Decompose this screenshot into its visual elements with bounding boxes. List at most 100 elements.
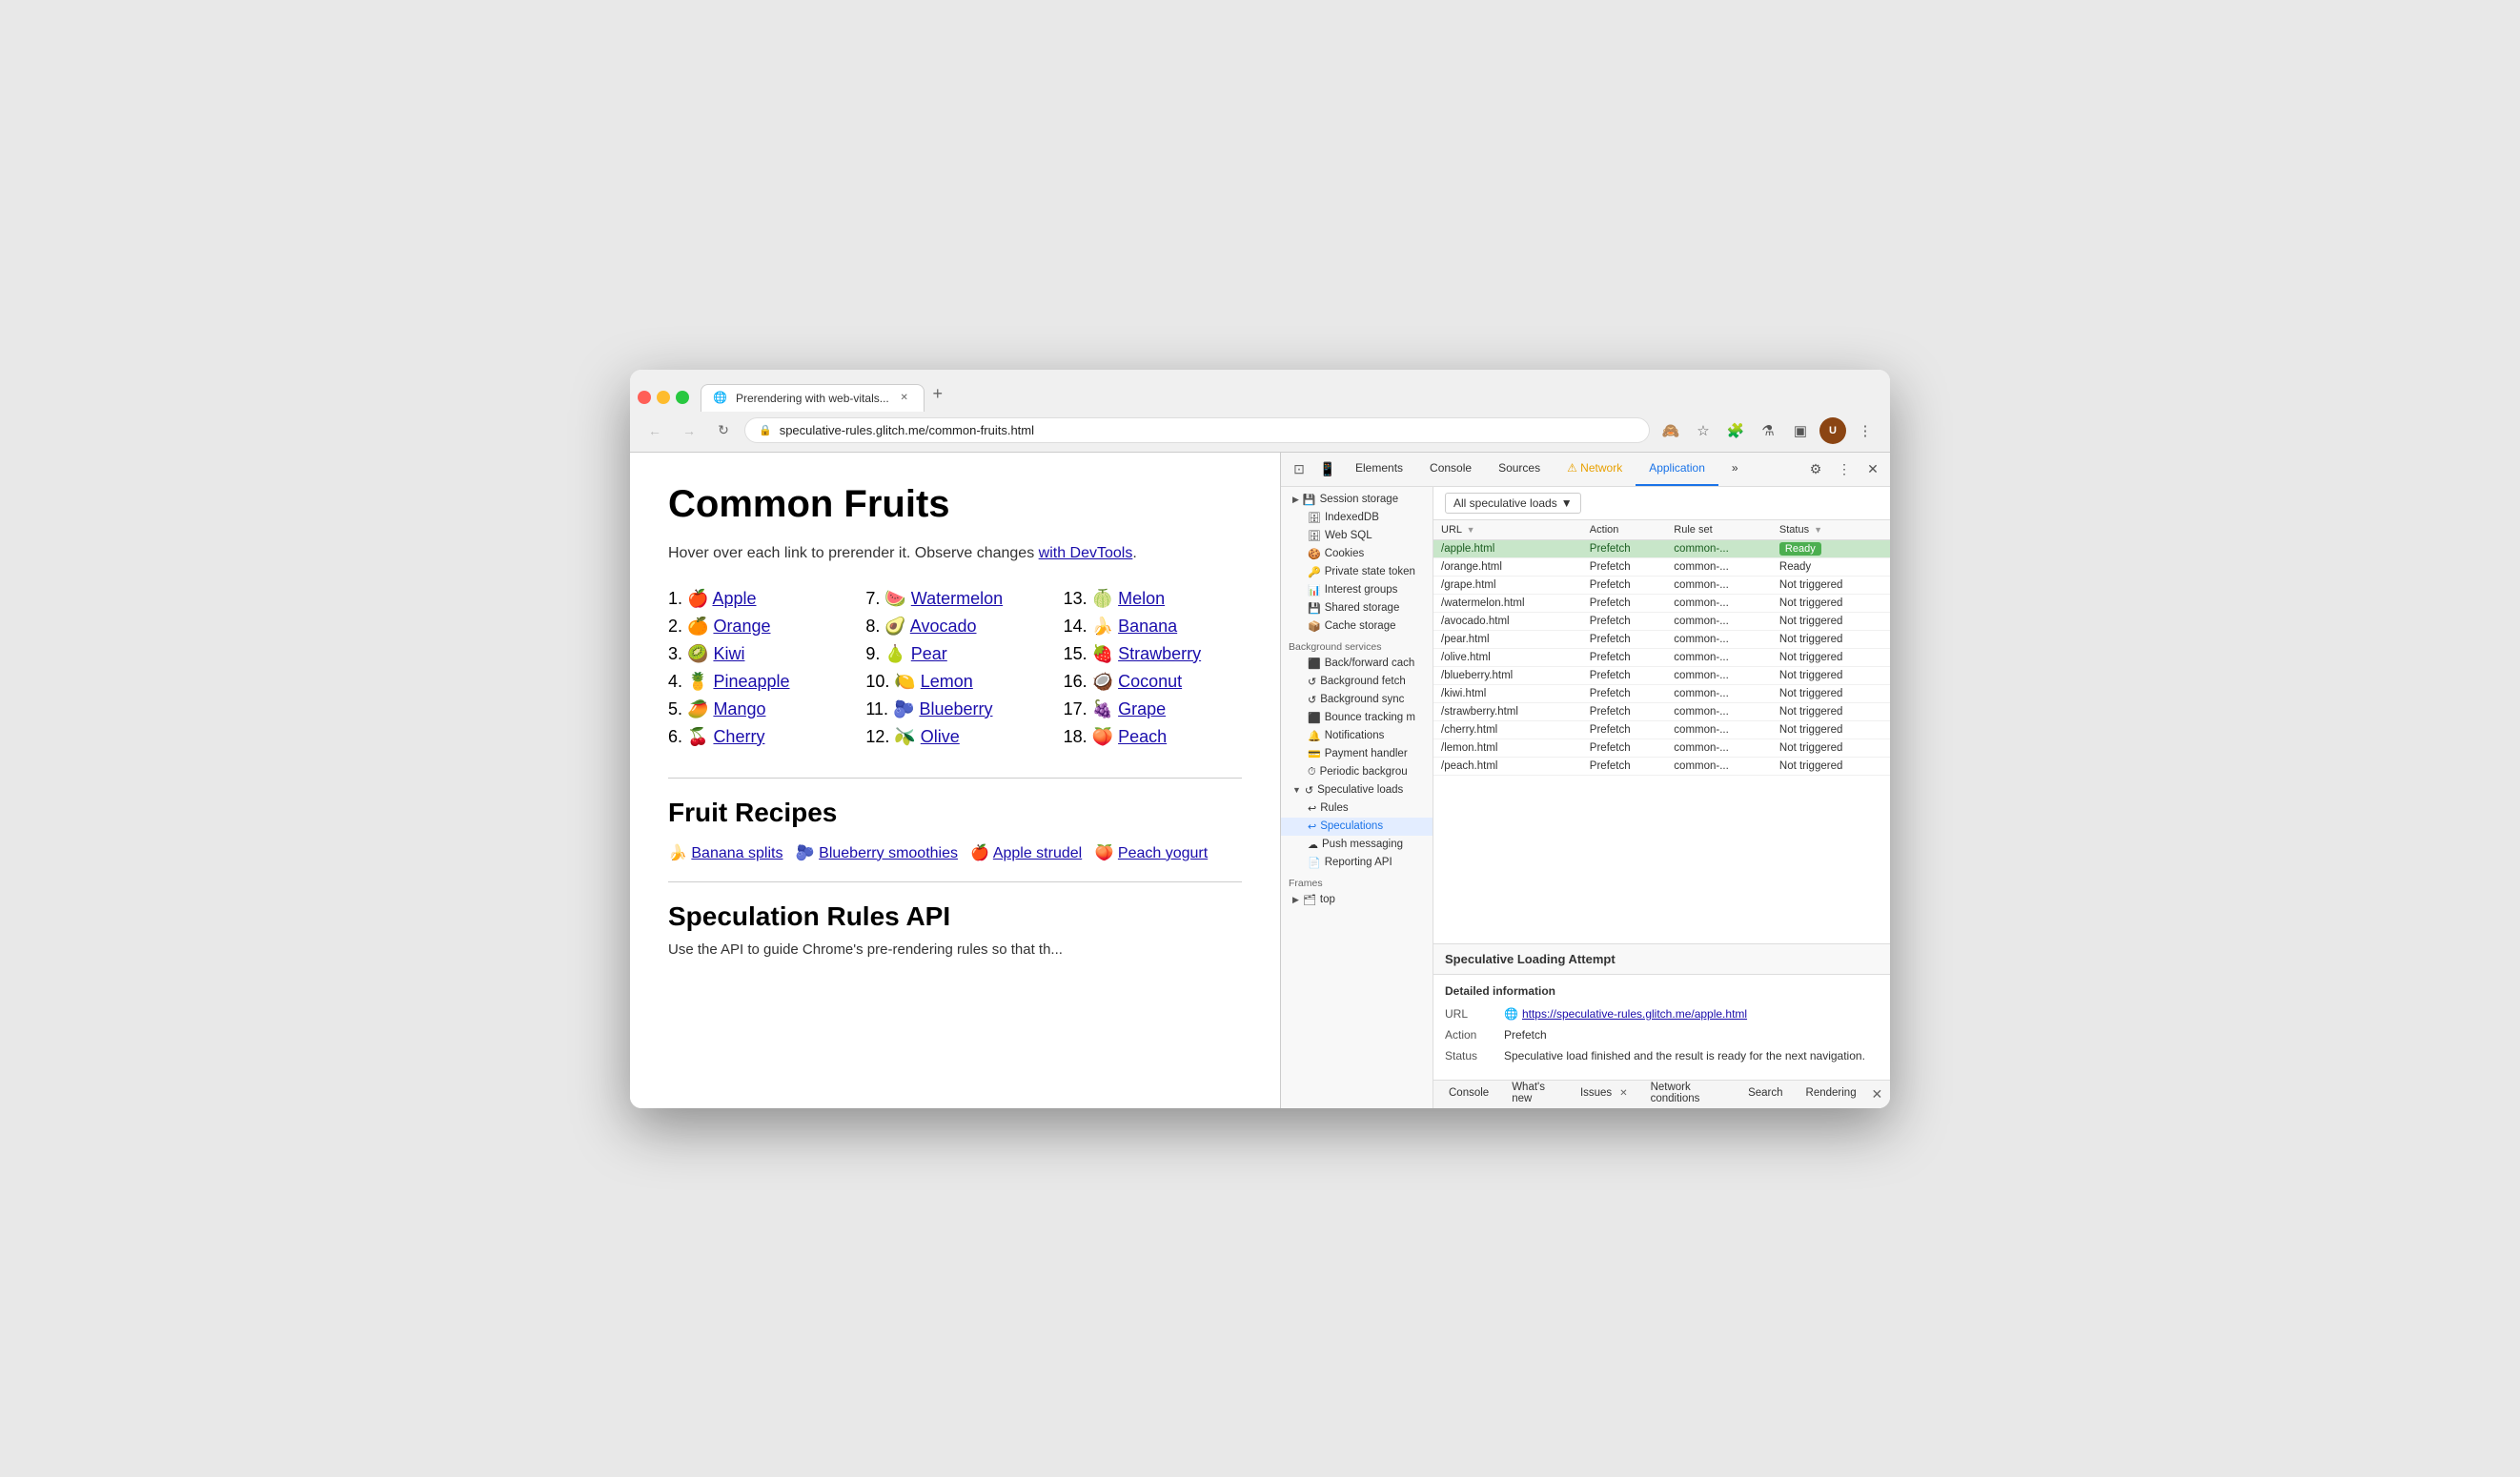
- bottom-tab-console[interactable]: Console: [1437, 1083, 1500, 1104]
- fruit-link-blueberry[interactable]: Blueberry: [919, 699, 992, 718]
- sidebar-item-indexeddb[interactable]: 🗄 IndexedDB: [1281, 509, 1433, 527]
- tab-application[interactable]: Application: [1636, 453, 1718, 486]
- address-bar[interactable]: 🔒 speculative-rules.glitch.me/common-fru…: [744, 417, 1650, 443]
- table-row[interactable]: /grape.htmlPrefetchcommon-...Not trigger…: [1433, 576, 1890, 594]
- reload-button[interactable]: ↻: [710, 417, 737, 444]
- table-row[interactable]: /olive.htmlPrefetchcommon-...Not trigger…: [1433, 648, 1890, 666]
- fruit-link-kiwi[interactable]: Kiwi: [713, 644, 744, 663]
- table-row[interactable]: /lemon.htmlPrefetchcommon-...Not trigger…: [1433, 738, 1890, 757]
- fruit-link-coconut[interactable]: Coconut: [1118, 672, 1182, 691]
- sidebar-item-cache-storage[interactable]: 📦 Cache storage: [1281, 617, 1433, 636]
- bottom-tab-whats-new[interactable]: What's new: [1500, 1078, 1569, 1108]
- tab-elements[interactable]: Elements: [1342, 453, 1416, 486]
- sidebar-item-payment[interactable]: 💳 Payment handler: [1281, 745, 1433, 763]
- table-row[interactable]: /kiwi.htmlPrefetchcommon-...Not triggere…: [1433, 684, 1890, 702]
- sidebar-item-bounce[interactable]: ⬛ Bounce tracking m: [1281, 709, 1433, 727]
- issues-close-icon[interactable]: ✕: [1619, 1088, 1627, 1099]
- table-row[interactable]: /strawberry.htmlPrefetchcommon-...Not tr…: [1433, 702, 1890, 720]
- tab-more[interactable]: »: [1718, 453, 1752, 486]
- sidebar-item-rules[interactable]: ↩ Rules: [1281, 799, 1433, 818]
- forward-button[interactable]: →: [676, 417, 702, 444]
- bottom-tab-search[interactable]: Search: [1737, 1083, 1794, 1104]
- recipe-link-apple[interactable]: Apple strudel: [993, 845, 1082, 861]
- devtools-close-icon[interactable]: ✕: [1860, 455, 1886, 482]
- sidebar-item-periodic[interactable]: ⏱ Periodic backgrou: [1281, 763, 1433, 781]
- sidebar-item-cookies[interactable]: 🍪 Cookies: [1281, 545, 1433, 563]
- recipe-link-blueberry[interactable]: Blueberry smoothies: [819, 845, 958, 861]
- devtools-link[interactable]: with DevTools: [1039, 545, 1133, 561]
- bottom-tab-issues[interactable]: Issues ✕: [1569, 1083, 1639, 1104]
- table-row[interactable]: /avocado.htmlPrefetchcommon-...Not trigg…: [1433, 612, 1890, 630]
- menu-icon[interactable]: ⋮: [1852, 417, 1879, 444]
- speculative-dropdown[interactable]: All speculative loads ▼: [1445, 493, 1581, 514]
- devtools-icon[interactable]: ⚗: [1755, 417, 1781, 444]
- col-action[interactable]: Action: [1582, 520, 1667, 540]
- sidebar-item-bg-sync[interactable]: ↺ Background sync: [1281, 691, 1433, 709]
- extensions-icon[interactable]: 🧩: [1722, 417, 1749, 444]
- fruit-link-pineapple[interactable]: Pineapple: [713, 672, 789, 691]
- sidebar-item-bg-fetch[interactable]: ↺ Background fetch: [1281, 673, 1433, 691]
- fruit-link-lemon[interactable]: Lemon: [921, 672, 973, 691]
- minimize-button[interactable]: [657, 391, 670, 404]
- sidebar-item-push-messaging[interactable]: ☁ Push messaging: [1281, 836, 1433, 854]
- devtools-inspect-icon[interactable]: ⊡: [1285, 455, 1313, 483]
- sidebar-item-top-frame[interactable]: ▶ 🗂 top: [1281, 891, 1433, 909]
- fruit-link-avocado[interactable]: Avocado: [910, 617, 977, 636]
- tab-console[interactable]: Console: [1416, 453, 1485, 486]
- tab-close-button[interactable]: ✕: [897, 391, 912, 406]
- table-row[interactable]: /watermelon.htmlPrefetchcommon-...Not tr…: [1433, 594, 1890, 612]
- bookmark-icon[interactable]: ☆: [1690, 417, 1717, 444]
- settings-icon[interactable]: ⚙: [1802, 455, 1829, 482]
- fruit-link-cherry[interactable]: Cherry: [713, 727, 764, 746]
- devtools-device-icon[interactable]: 📱: [1313, 455, 1342, 483]
- url-value[interactable]: 🌐 https://speculative-rules.glitch.me/ap…: [1504, 1007, 1879, 1021]
- col-status[interactable]: Status ▼: [1772, 520, 1890, 540]
- fruit-link-orange[interactable]: Orange: [713, 617, 770, 636]
- col-ruleset[interactable]: Rule set: [1666, 520, 1772, 540]
- fruit-link-peach[interactable]: Peach: [1118, 727, 1167, 746]
- table-row[interactable]: /pear.htmlPrefetchcommon-...Not triggere…: [1433, 630, 1890, 648]
- hide-icon[interactable]: 🙈: [1657, 417, 1684, 444]
- sidebar-icon[interactable]: ▣: [1787, 417, 1814, 444]
- table-row[interactable]: /orange.htmlPrefetchcommon-...Ready: [1433, 557, 1890, 576]
- fruit-link-mango[interactable]: Mango: [713, 699, 765, 718]
- avatar[interactable]: U: [1819, 417, 1846, 444]
- sidebar-item-speculative-loads[interactable]: ▼ ↺ Speculative loads: [1281, 781, 1433, 799]
- table-row[interactable]: /blueberry.htmlPrefetchcommon-...Not tri…: [1433, 666, 1890, 684]
- table-row[interactable]: /cherry.htmlPrefetchcommon-...Not trigge…: [1433, 720, 1890, 738]
- tab-network[interactable]: ⚠ Network: [1554, 453, 1636, 486]
- active-tab[interactable]: 🌐 Prerendering with web-vitals... ✕: [701, 384, 925, 412]
- sidebar-item-speculations[interactable]: ↩ Speculations: [1281, 818, 1433, 836]
- sidebar-item-bfcache[interactable]: ⬛ Back/forward cach: [1281, 655, 1433, 673]
- maximize-button[interactable]: [676, 391, 689, 404]
- sidebar-item-session-storage[interactable]: ▶ 💾 Session storage: [1281, 491, 1433, 509]
- fruit-link-grape[interactable]: Grape: [1118, 699, 1166, 718]
- sidebar-item-shared-storage[interactable]: 💾 Shared storage: [1281, 599, 1433, 617]
- col-url[interactable]: URL ▼: [1433, 520, 1582, 540]
- sidebar-item-reporting-api[interactable]: 📄 Reporting API: [1281, 854, 1433, 872]
- new-tab-button[interactable]: +: [925, 381, 951, 408]
- table-row[interactable]: /apple.htmlPrefetchcommon-...Ready: [1433, 539, 1890, 557]
- fruit-link-pear[interactable]: Pear: [911, 644, 947, 663]
- sidebar-item-notifications[interactable]: 🔔 Notifications: [1281, 727, 1433, 745]
- detail-url-link[interactable]: https://speculative-rules.glitch.me/appl…: [1522, 1007, 1747, 1021]
- fruit-link-olive[interactable]: Olive: [921, 727, 960, 746]
- fruit-link-watermelon[interactable]: Watermelon: [911, 589, 1003, 608]
- bottom-tab-rendering[interactable]: Rendering: [1795, 1083, 1868, 1104]
- sidebar-item-websql[interactable]: 🗄 Web SQL: [1281, 527, 1433, 545]
- recipe-link-banana[interactable]: Banana splits: [691, 845, 782, 861]
- back-button[interactable]: ←: [641, 417, 668, 444]
- sidebar-item-interest-groups[interactable]: 📊 Interest groups: [1281, 581, 1433, 599]
- bottom-bar-close-icon[interactable]: ✕: [1868, 1082, 1886, 1105]
- fruit-link-apple[interactable]: Apple: [712, 589, 756, 608]
- close-button[interactable]: [638, 391, 651, 404]
- fruit-link-banana[interactable]: Banana: [1118, 617, 1177, 636]
- fruit-link-melon[interactable]: Melon: [1118, 589, 1165, 608]
- tab-sources[interactable]: Sources: [1485, 453, 1554, 486]
- fruit-link-strawberry[interactable]: Strawberry: [1118, 644, 1201, 663]
- recipe-link-peach[interactable]: Peach yogurt: [1118, 845, 1208, 861]
- table-row[interactable]: /peach.htmlPrefetchcommon-...Not trigger…: [1433, 757, 1890, 775]
- devtools-more-icon[interactable]: ⋮: [1831, 455, 1858, 482]
- sidebar-item-private-state[interactable]: 🔑 Private state token: [1281, 563, 1433, 581]
- bottom-tab-network-conditions[interactable]: Network conditions: [1639, 1078, 1738, 1108]
